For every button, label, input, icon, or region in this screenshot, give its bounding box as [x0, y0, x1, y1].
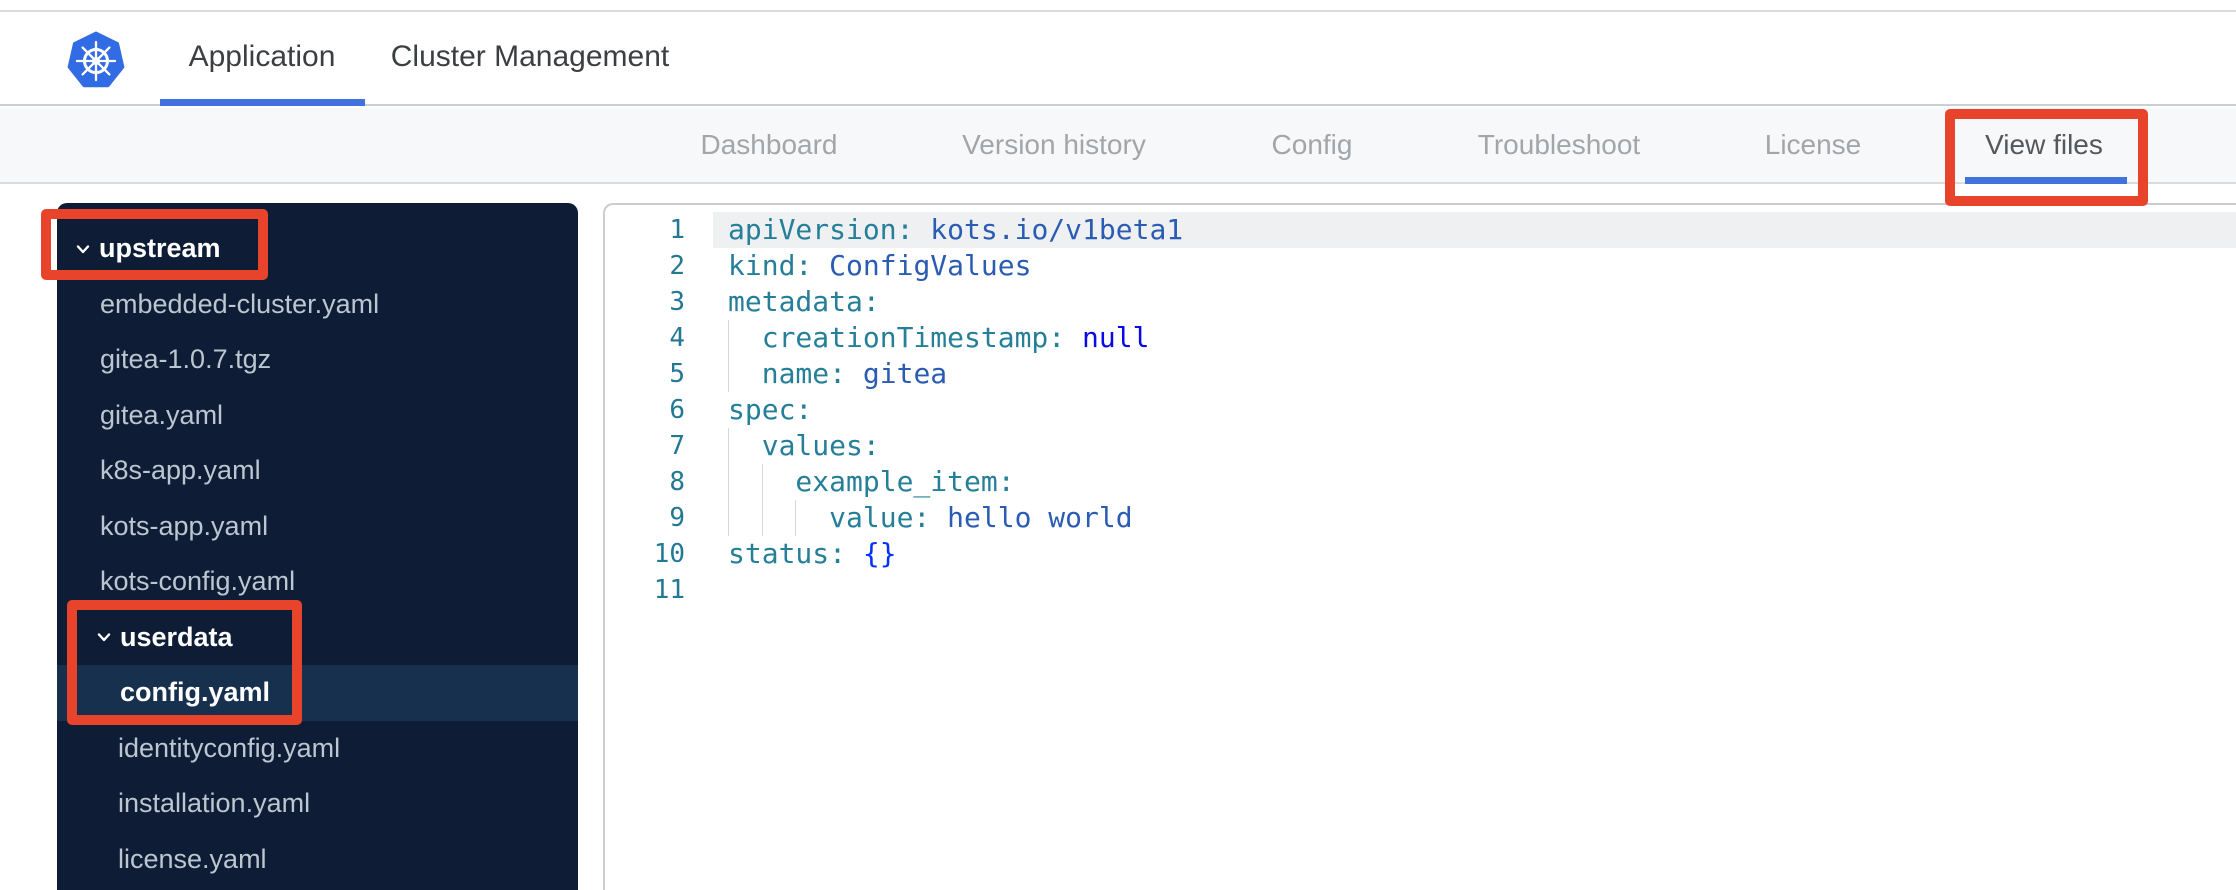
code-text: kind: ConfigValues	[728, 248, 1031, 284]
tree-file-license-yaml[interactable]: license.yaml	[57, 832, 578, 888]
tree-file-k8s-app-yaml[interactable]: k8s-app.yaml	[57, 443, 578, 499]
token-brace: {}	[846, 537, 897, 570]
app-subnav: Dashboard Version history Config Troublesho…	[0, 108, 2236, 184]
code-line-8: 8 example_item:	[605, 464, 2236, 500]
line-number: 9	[669, 503, 685, 533]
token-val: hello world	[930, 501, 1133, 534]
code-text: creationTimestamp: null	[728, 320, 1150, 356]
line-number: 3	[669, 287, 685, 317]
token-key: values:	[728, 429, 880, 462]
tree-folder-userdata[interactable]: userdata	[57, 610, 578, 666]
code-text: metadata:	[728, 284, 880, 320]
line-number: 5	[669, 359, 685, 389]
file-tree[interactable]: upstream embedded-cluster.yaml gitea-1.0.7…	[57, 203, 578, 890]
tab-config[interactable]: Config	[1272, 129, 1353, 161]
token-key: value:	[728, 501, 931, 534]
token-key: kind:	[728, 249, 813, 282]
tree-row-label: upstream	[99, 233, 221, 264]
kots-admin-console: Application Cluster Management Dashboard V…	[0, 0, 2236, 890]
code-text: values:	[728, 428, 880, 464]
code-line-7: 7 values:	[605, 428, 2236, 464]
token-key: example_item:	[728, 465, 1015, 498]
code-line-11: 11	[605, 572, 2236, 608]
tree-row-label: gitea.yaml	[100, 399, 224, 430]
token-key: metadata:	[728, 285, 880, 318]
tree-file-identityconfig-yaml[interactable]: identityconfig.yaml	[57, 721, 578, 777]
line-number: 11	[653, 575, 685, 605]
tree-file-kots-app-yaml[interactable]: kots-app.yaml	[57, 499, 578, 555]
token-val: ConfigValues	[812, 249, 1032, 282]
tree-file-embedded-cluster-yaml[interactable]: embedded-cluster.yaml	[57, 277, 578, 333]
tree-row-label: identityconfig.yaml	[118, 732, 341, 763]
code-line-5: 5 name: gitea	[605, 356, 2236, 392]
line-number: 8	[669, 467, 685, 497]
active-header-tab-underline	[160, 99, 365, 106]
chevron-down-icon	[93, 626, 115, 648]
tree-file-gitea-1-0-7-tgz[interactable]: gitea-1.0.7.tgz	[57, 332, 578, 388]
tree-file-installation-yaml[interactable]: installation.yaml	[57, 776, 578, 832]
tab-troubleshoot[interactable]: Troubleshoot	[1478, 129, 1640, 161]
token-key: name:	[728, 357, 847, 390]
header-tab-application[interactable]: Application	[189, 40, 336, 74]
tree-row-label: kots-config.yaml	[100, 566, 296, 597]
tree-row-label: k8s-app.yaml	[100, 455, 261, 486]
code-editor[interactable]: 1 apiVersion: kots.io/v1beta1 2 kind: Confi…	[603, 203, 2236, 890]
code-text: example_item:	[728, 464, 1015, 500]
code-text: name: gitea	[728, 356, 947, 392]
line-number: 10	[653, 539, 685, 569]
tree-folder-upstream[interactable]: upstream	[57, 221, 578, 277]
tab-license[interactable]: License	[1765, 129, 1862, 161]
tree-row-label: gitea-1.0.7.tgz	[100, 344, 272, 375]
tree-row-label: kots-app.yaml	[100, 510, 269, 541]
code-line-1: 1 apiVersion: kots.io/v1beta1	[605, 212, 2236, 248]
token-key: apiVersion:	[728, 213, 914, 246]
line-number: 7	[669, 431, 685, 461]
token-val: gitea	[846, 357, 948, 390]
token-key: creationTimestamp:	[728, 321, 1066, 354]
code-line-2: 2 kind: ConfigValues	[605, 248, 2236, 284]
code-line-3: 3 metadata:	[605, 284, 2236, 320]
tree-file-config-yaml[interactable]: config.yaml	[57, 665, 578, 721]
line-number: 4	[669, 323, 685, 353]
tab-dashboard[interactable]: Dashboard	[701, 129, 838, 161]
token-key: status:	[728, 537, 847, 570]
code-line-9: 9 value: hello world	[605, 500, 2236, 536]
tree-file-kots-config-yaml[interactable]: kots-config.yaml	[57, 554, 578, 610]
line-number: 1	[669, 215, 685, 245]
code-line-6: 6 spec:	[605, 392, 2236, 428]
line-number: 2	[669, 251, 685, 281]
tree-row-label: config.yaml	[120, 677, 271, 708]
tree-row-label: license.yaml	[118, 843, 267, 874]
chevron-down-icon	[72, 238, 94, 260]
code-text: status: {}	[728, 536, 897, 572]
code-line-4: 4 creationTimestamp: null	[605, 320, 2236, 356]
token-key: spec:	[728, 393, 813, 426]
code-text: apiVersion: kots.io/v1beta1	[728, 212, 1183, 248]
token-kw: null	[1065, 321, 1150, 354]
tree-row-label: userdata	[120, 621, 233, 652]
app-header: Application Cluster Management	[0, 12, 2236, 106]
tree-file-gitea-yaml[interactable]: gitea.yaml	[57, 388, 578, 444]
code-text: value: hello world	[728, 500, 1133, 536]
tree-row-label: embedded-cluster.yaml	[100, 288, 380, 319]
kubernetes-logo-icon	[67, 31, 125, 88]
tree-row-label: installation.yaml	[118, 788, 311, 819]
code-line-10: 10 status: {}	[605, 536, 2236, 572]
header-tab-cluster-management[interactable]: Cluster Management	[391, 40, 669, 74]
active-subnav-tab-underline	[1965, 177, 2127, 184]
token-val: kots.io/v1beta1	[913, 213, 1184, 246]
tab-version-history[interactable]: Version history	[962, 129, 1146, 161]
tab-view-files[interactable]: View files	[1985, 129, 2103, 161]
line-number: 6	[669, 395, 685, 425]
code-text: spec:	[728, 392, 812, 428]
